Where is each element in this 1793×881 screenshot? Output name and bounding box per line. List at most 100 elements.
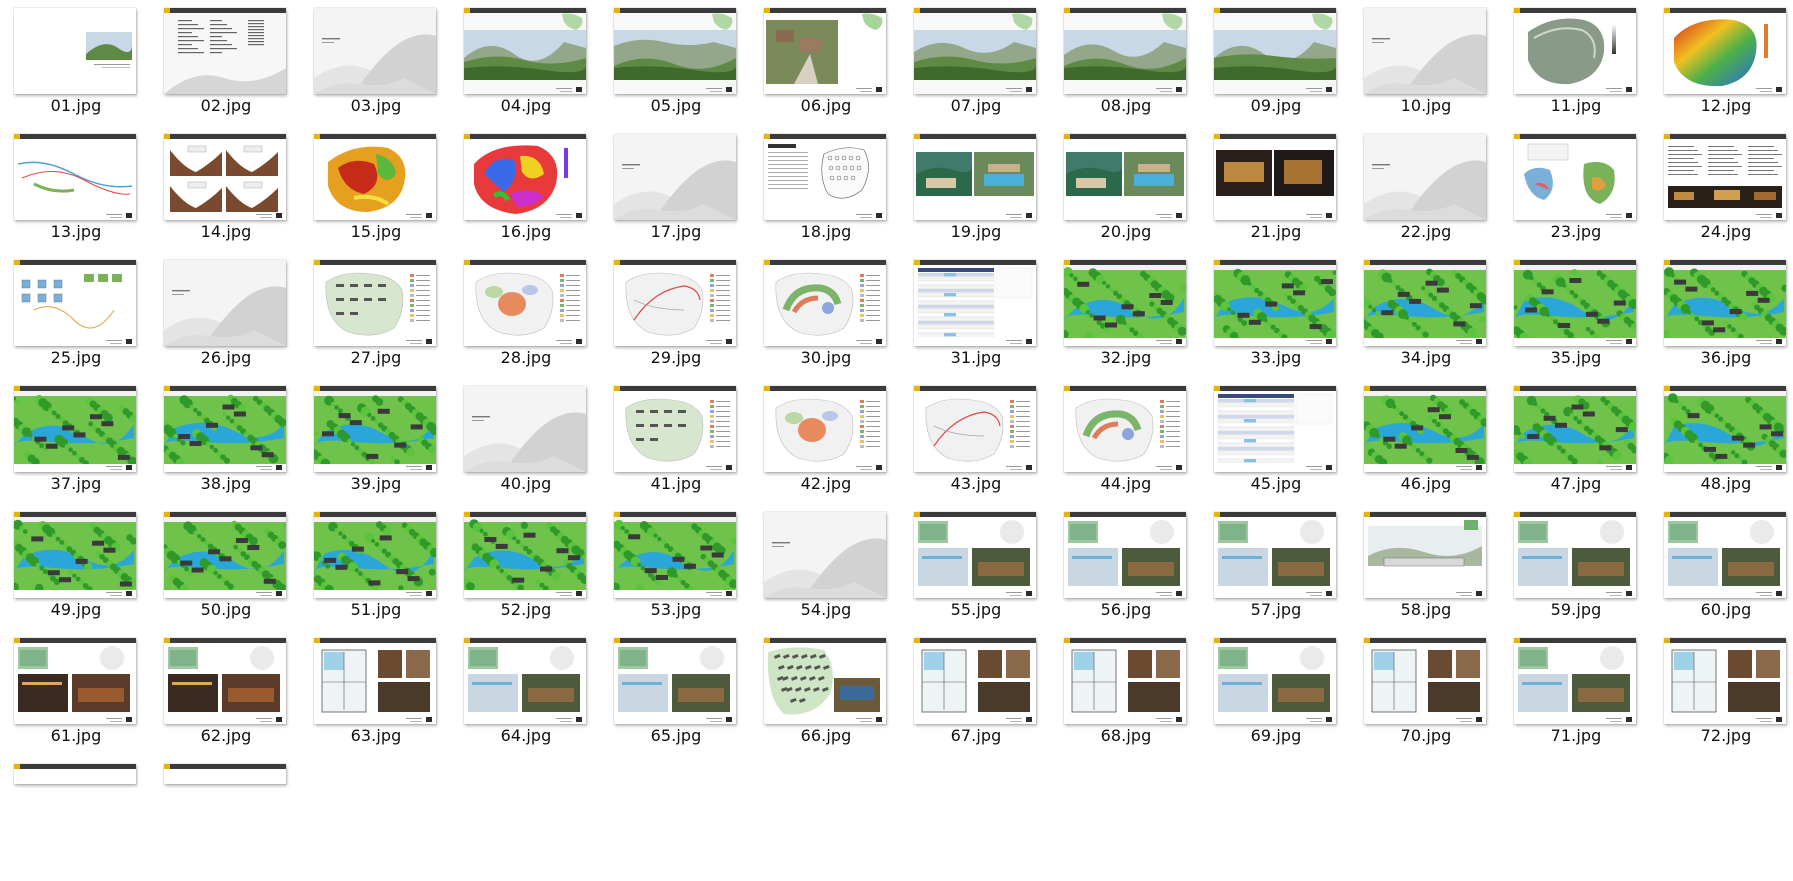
file-name[interactable]: 52.jpg [451,600,601,620]
file-name[interactable]: 15.jpg [301,222,451,242]
thumbnail-image[interactable] [14,260,136,346]
file-name[interactable]: 24.jpg [1651,222,1793,242]
thumbnail-image[interactable] [164,134,286,220]
thumbnail-image[interactable] [164,8,286,94]
file-item[interactable]: 09.jpg [1201,0,1351,125]
file-item[interactable]: 01.jpg [1,0,151,125]
thumbnail-image[interactable] [764,260,886,346]
thumbnail-image[interactable] [464,512,586,598]
thumbnail-image[interactable] [1364,512,1486,598]
file-name[interactable]: 57.jpg [1201,600,1351,620]
thumbnail-image[interactable] [464,134,586,220]
thumbnail-image[interactable] [914,386,1036,472]
thumbnail-image[interactable] [1064,8,1186,94]
file-name[interactable]: 22.jpg [1351,222,1501,242]
file-item[interactable]: 67.jpg [901,630,1051,755]
file-item[interactable]: 22.jpg [1351,126,1501,251]
file-name[interactable]: 63.jpg [301,726,451,746]
file-name[interactable]: 47.jpg [1501,474,1651,494]
thumbnail-image[interactable] [14,764,136,784]
thumbnail-image[interactable] [164,764,286,784]
file-item[interactable]: 25.jpg [1,252,151,377]
thumbnail-image[interactable] [164,638,286,724]
file-name[interactable]: 08.jpg [1051,96,1201,116]
thumbnail-image[interactable] [314,134,436,220]
file-item[interactable]: 46.jpg [1351,378,1501,503]
thumbnail-image[interactable] [1514,386,1636,472]
thumbnail-image[interactable] [14,638,136,724]
thumbnail-image[interactable] [1064,638,1186,724]
file-item[interactable]: 29.jpg [601,252,751,377]
file-name[interactable]: 29.jpg [601,348,751,368]
thumbnail-image[interactable] [1214,512,1336,598]
file-item[interactable]: 34.jpg [1351,252,1501,377]
thumbnail-image[interactable] [1364,134,1486,220]
thumbnail-image[interactable] [1364,386,1486,472]
file-item[interactable]: 38.jpg [151,378,301,503]
file-item[interactable]: 68.jpg [1051,630,1201,755]
file-name[interactable]: 07.jpg [901,96,1051,116]
thumbnail-image[interactable] [914,8,1036,94]
thumbnail-image[interactable] [1514,512,1636,598]
file-item[interactable]: 70.jpg [1351,630,1501,755]
thumbnail-image[interactable] [1514,8,1636,94]
thumbnail-image[interactable] [1664,512,1786,598]
file-name[interactable]: 32.jpg [1051,348,1201,368]
file-name[interactable]: 36.jpg [1651,348,1793,368]
file-name[interactable]: 51.jpg [301,600,451,620]
file-name[interactable]: 03.jpg [301,96,451,116]
thumbnail-image[interactable] [614,638,736,724]
thumbnail-image[interactable] [1064,260,1186,346]
thumbnail-image[interactable] [1214,134,1336,220]
file-name[interactable]: 38.jpg [151,474,301,494]
file-item[interactable]: 13.jpg [1,126,151,251]
file-item[interactable]: 03.jpg [301,0,451,125]
thumbnail-image[interactable] [914,638,1036,724]
file-item[interactable]: 72.jpg [1651,630,1793,755]
thumbnail-image[interactable] [464,638,586,724]
thumbnail-image[interactable] [14,512,136,598]
file-item[interactable]: 31.jpg [901,252,1051,377]
file-name[interactable]: 02.jpg [151,96,301,116]
file-item[interactable]: 48.jpg [1651,378,1793,503]
file-name[interactable]: 66.jpg [751,726,901,746]
file-name[interactable]: 17.jpg [601,222,751,242]
file-item[interactable]: 24.jpg [1651,126,1793,251]
file-item[interactable]: 39.jpg [301,378,451,503]
thumbnail-image[interactable] [1214,386,1336,472]
file-name[interactable]: 35.jpg [1501,348,1651,368]
file-name[interactable]: 40.jpg [451,474,601,494]
thumbnail-image[interactable] [1664,8,1786,94]
thumbnail-image[interactable] [314,8,436,94]
thumbnail-image[interactable] [1064,134,1186,220]
thumbnail-image[interactable] [614,386,736,472]
file-item[interactable]: 33.jpg [1201,252,1351,377]
file-item[interactable]: 65.jpg [601,630,751,755]
file-item[interactable]: 63.jpg [301,630,451,755]
file-name[interactable]: 30.jpg [751,348,901,368]
file-item[interactable]: 64.jpg [451,630,601,755]
file-name[interactable]: 49.jpg [1,600,151,620]
thumbnail-image[interactable] [314,638,436,724]
file-name[interactable]: 27.jpg [301,348,451,368]
thumbnail-image[interactable] [1214,260,1336,346]
file-name[interactable]: 37.jpg [1,474,151,494]
file-name[interactable]: 65.jpg [601,726,751,746]
file-item[interactable]: 12.jpg [1651,0,1793,125]
file-name[interactable]: 33.jpg [1201,348,1351,368]
thumbnail-image[interactable] [764,512,886,598]
thumbnail-image[interactable] [1364,8,1486,94]
file-name[interactable]: 67.jpg [901,726,1051,746]
file-item[interactable]: 26.jpg [151,252,301,377]
thumbnail-image[interactable] [464,260,586,346]
file-name[interactable]: 25.jpg [1,348,151,368]
file-name[interactable]: 43.jpg [901,474,1051,494]
thumbnail-image[interactable] [164,260,286,346]
file-item[interactable]: 06.jpg [751,0,901,125]
file-name[interactable]: 44.jpg [1051,474,1201,494]
file-item[interactable]: 58.jpg [1351,504,1501,629]
file-item[interactable]: 69.jpg [1201,630,1351,755]
thumbnail-image[interactable] [764,134,886,220]
file-name[interactable]: 34.jpg [1351,348,1501,368]
thumbnail-image[interactable] [314,260,436,346]
